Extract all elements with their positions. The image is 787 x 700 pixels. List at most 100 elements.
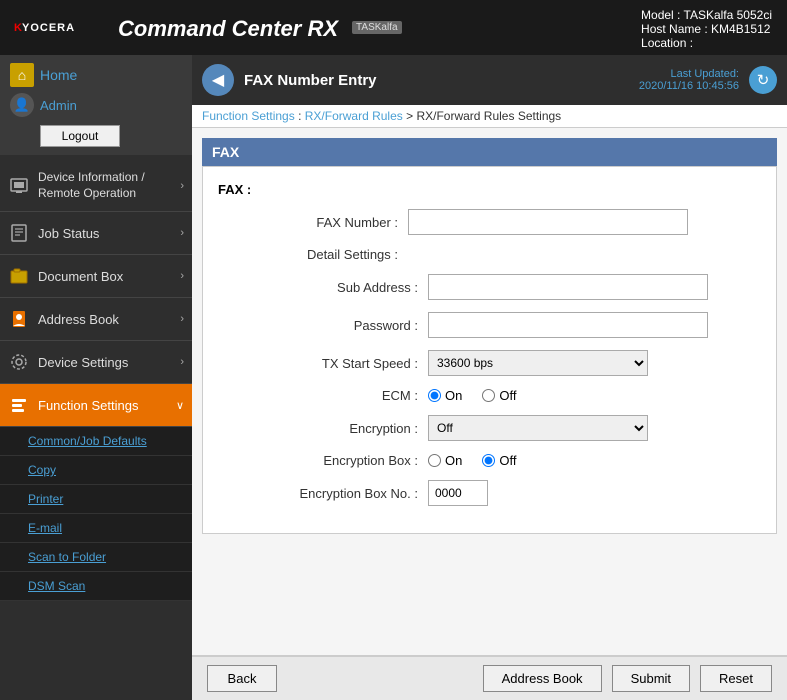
job-status-icon (8, 222, 30, 244)
location-label: Location : (641, 36, 772, 50)
subnav-dsm-scan[interactable]: DSM Scan (0, 572, 192, 601)
tx-start-speed-select[interactable]: 33600 bps 14400 bps 9600 bps 7200 bps 48… (428, 350, 648, 376)
breadcrumb-part2[interactable]: RX/Forward Rules (305, 109, 403, 123)
address-book-button[interactable]: Address Book (483, 665, 602, 692)
fax-number-control (408, 209, 708, 235)
sidebar-item-address-book[interactable]: Address Book (0, 298, 192, 341)
admin-label: Admin (40, 98, 77, 113)
hostname-label: Host Name : KM4B1512 (641, 22, 772, 36)
detail-settings-label: Detail Settings : (218, 247, 398, 262)
tx-start-speed-control: 33600 bps 14400 bps 9600 bps 7200 bps 48… (428, 350, 728, 376)
ecm-on-text: On (445, 388, 462, 403)
home-label: Home (40, 67, 77, 83)
sidebar-item-device-settings-label: Device Settings (38, 355, 128, 370)
ecm-off-label[interactable]: Off (482, 388, 516, 403)
reset-button[interactable]: Reset (700, 665, 772, 692)
main-content: ◀ FAX Number Entry Last Updated: 2020/11… (192, 55, 787, 700)
encryption-box-off-label[interactable]: Off (482, 453, 516, 468)
sidebar-item-job-status[interactable]: Job Status (0, 212, 192, 255)
ecm-on-label[interactable]: On (428, 388, 462, 403)
model-label: Model : TASKalfa 5052ci (641, 8, 772, 22)
sidebar-item-device-info[interactable]: Device Information /Remote Operation (0, 160, 192, 212)
function-settings-arrow: ∨ (176, 399, 184, 412)
sub-address-input[interactable] (428, 274, 708, 300)
encryption-box-no-row: Encryption Box No. : (238, 480, 761, 506)
sidebar-top: ⌂ Home 👤 Admin Logout (0, 55, 192, 155)
encryption-row: Encryption : Off On (238, 415, 761, 441)
subnav-printer[interactable]: Printer (0, 485, 192, 514)
sidebar-nav: Device Information /Remote Operation Job… (0, 160, 192, 601)
sub-address-row: Sub Address : (238, 274, 761, 300)
fax-label: FAX : (218, 182, 761, 197)
device-info-icon (8, 175, 30, 197)
ecm-radio-group: On Off (428, 388, 516, 403)
encryption-box-label: Encryption Box : (238, 453, 418, 468)
back-circle-button[interactable]: ◀ (202, 64, 234, 96)
top-bar: ◀ FAX Number Entry Last Updated: 2020/11… (192, 55, 787, 105)
ecm-on-radio[interactable] (428, 389, 441, 402)
encryption-box-no-label: Encryption Box No. : (238, 486, 418, 501)
tx-start-speed-row: TX Start Speed : 33600 bps 14400 bps 960… (238, 350, 761, 376)
home-link[interactable]: ⌂ Home (10, 63, 182, 87)
fax-number-row: FAX Number : (218, 209, 761, 235)
page-title: FAX Number Entry (244, 72, 629, 89)
subnav-copy[interactable]: Copy (0, 456, 192, 485)
section-title: FAX (202, 138, 777, 166)
ecm-off-radio[interactable] (482, 389, 495, 402)
fax-number-label: FAX Number : (218, 215, 398, 230)
encryption-box-off-text: Off (499, 453, 516, 468)
breadcrumb-part1[interactable]: Function Settings (202, 109, 295, 123)
ecm-off-text: Off (499, 388, 516, 403)
detail-settings-row: Detail Settings : (218, 247, 761, 262)
subnav-common-job-defaults[interactable]: Common/Job Defaults (0, 427, 192, 456)
last-updated-label: Last Updated: (671, 68, 740, 80)
home-icon: ⌂ (10, 63, 34, 87)
subnav-scan-to-folder[interactable]: Scan to Folder (0, 543, 192, 572)
encryption-label: Encryption : (238, 421, 418, 436)
content-area: FAX FAX : FAX Number : Detail Settings :… (192, 128, 787, 655)
bottom-bar: Back Address Book Submit Reset (192, 655, 787, 700)
password-label: Password : (238, 318, 418, 333)
function-settings-icon (8, 394, 30, 416)
encryption-box-on-text: On (445, 453, 462, 468)
sidebar-item-function-settings[interactable]: Function Settings ∨ (0, 384, 192, 427)
document-box-icon (8, 265, 30, 287)
device-info: Model : TASKalfa 5052ci Host Name : KM4B… (641, 8, 772, 50)
back-button[interactable]: Back (207, 665, 277, 692)
sidebar-item-device-info-label: Device Information /Remote Operation (38, 170, 145, 201)
encryption-box-no-input[interactable] (428, 480, 488, 506)
password-row: Password : (238, 312, 761, 338)
sidebar-item-address-book-label: Address Book (38, 312, 119, 327)
form-panel: FAX : FAX Number : Detail Settings : Sub… (202, 166, 777, 534)
bottom-right-buttons: Address Book Submit Reset (483, 665, 772, 692)
kyocera-logo: K YOCERA (10, 11, 100, 44)
taskalfa-badge: TASKalfa (352, 21, 402, 34)
app-title: Command Center RX (118, 12, 338, 43)
fax-number-input[interactable] (408, 209, 688, 235)
ecm-label: ECM : (238, 388, 418, 403)
sub-address-control (428, 274, 728, 300)
sidebar-item-function-settings-label: Function Settings (38, 398, 138, 413)
submit-button[interactable]: Submit (612, 665, 690, 692)
subnav-email[interactable]: E-mail (0, 514, 192, 543)
logout-button[interactable]: Logout (40, 125, 120, 147)
breadcrumb-part3: RX/Forward Rules Settings (416, 109, 561, 123)
svg-text:YOCERA: YOCERA (22, 22, 75, 34)
ecm-row: ECM : On Off (238, 388, 761, 403)
password-control (428, 312, 728, 338)
encryption-box-off-radio[interactable] (482, 454, 495, 467)
logo-area: K YOCERA Command Center RX TASKalfa (10, 11, 402, 44)
sidebar-item-document-box[interactable]: Document Box (0, 255, 192, 298)
refresh-button[interactable]: ↻ (749, 66, 777, 94)
device-settings-arrow (180, 356, 184, 368)
encryption-box-on-radio[interactable] (428, 454, 441, 467)
encryption-box-on-label[interactable]: On (428, 453, 462, 468)
sidebar-item-device-settings[interactable]: Device Settings (0, 341, 192, 384)
breadcrumb-sep1: : (298, 109, 305, 123)
password-input[interactable] (428, 312, 708, 338)
encryption-select[interactable]: Off On (428, 415, 648, 441)
address-book-icon (8, 308, 30, 330)
encryption-box-no-control (428, 480, 728, 506)
sidebar: ⌂ Home 👤 Admin Logout Device Information… (0, 55, 192, 700)
device-settings-icon (8, 351, 30, 373)
